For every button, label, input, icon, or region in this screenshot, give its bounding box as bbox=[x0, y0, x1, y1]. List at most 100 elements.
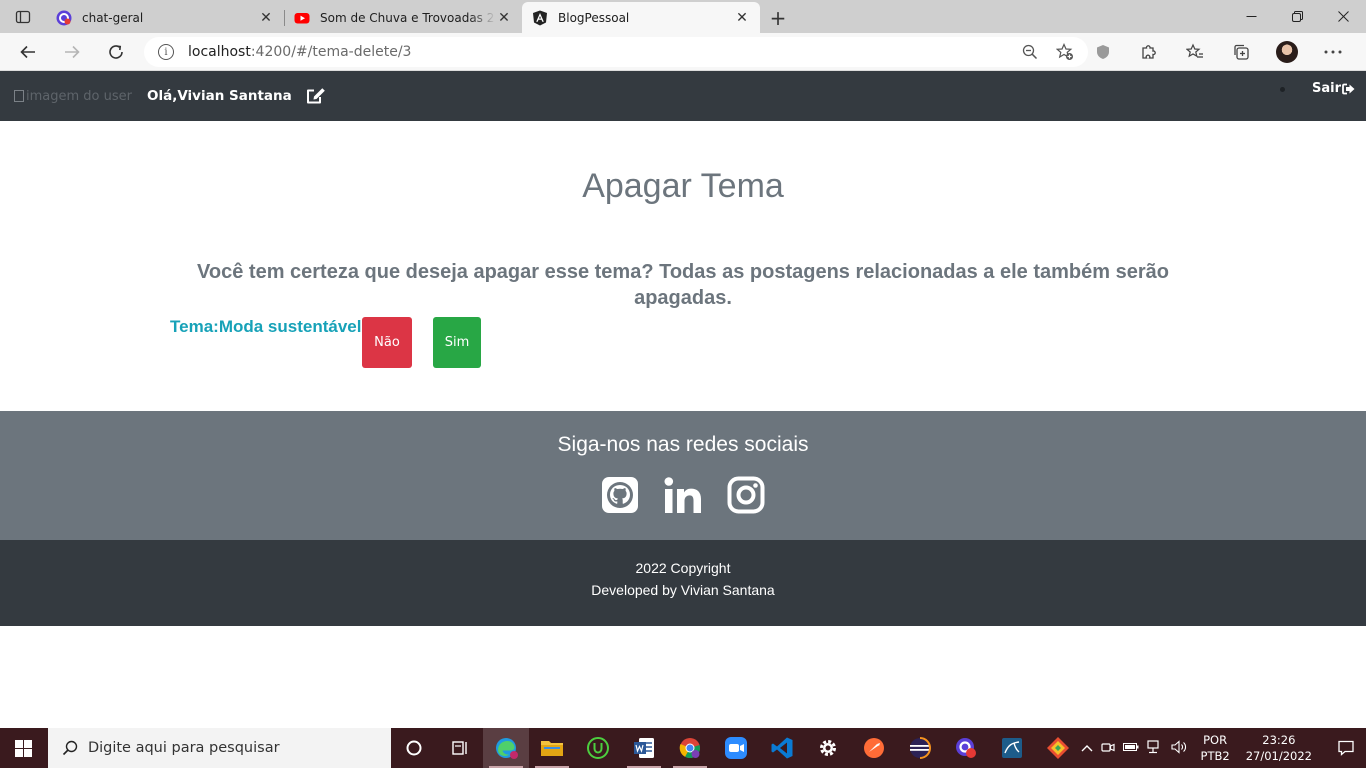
close-tab-icon[interactable]: ✕ bbox=[496, 10, 512, 26]
back-button[interactable] bbox=[6, 33, 50, 71]
confirm-delete-button[interactable]: Sim bbox=[433, 317, 481, 368]
close-window-button[interactable] bbox=[1320, 0, 1366, 33]
favorites-list-icon bbox=[1186, 43, 1203, 58]
search-icon bbox=[62, 740, 78, 756]
taskbar-zoom[interactable] bbox=[713, 728, 759, 768]
address-bar[interactable]: i localhost:4200/#/tema-delete/3 bbox=[144, 37, 1088, 67]
instagram-link[interactable] bbox=[727, 476, 765, 514]
tab-actions-button[interactable] bbox=[0, 0, 46, 33]
edge-icon bbox=[495, 738, 518, 759]
site-info-icon[interactable]: i bbox=[158, 44, 174, 60]
chrome-icon bbox=[679, 738, 700, 759]
chat-app-favicon-icon bbox=[56, 10, 72, 25]
taskbar-word[interactable] bbox=[621, 728, 667, 768]
taskbar-eclipse[interactable] bbox=[897, 728, 943, 768]
taskbar-edge[interactable] bbox=[482, 728, 529, 768]
search-placeholder: Digite aqui para pesquisar bbox=[87, 740, 280, 756]
shield-icon bbox=[1097, 45, 1109, 59]
github-link[interactable] bbox=[601, 476, 639, 514]
profile-button[interactable] bbox=[1264, 33, 1310, 71]
taskbar-settings[interactable] bbox=[805, 728, 851, 768]
add-favorite-icon[interactable] bbox=[1056, 43, 1074, 61]
new-tab-button[interactable]: + bbox=[760, 2, 796, 33]
cancel-button[interactable]: Não bbox=[362, 317, 412, 368]
minimize-button[interactable] bbox=[1228, 0, 1274, 33]
tray-icons bbox=[1081, 739, 1187, 757]
developer-credit: Developed by Vivian Santana bbox=[591, 582, 775, 598]
start-button[interactable] bbox=[0, 728, 48, 768]
tab-chat-geral[interactable]: chat-geral ✕ bbox=[46, 2, 284, 33]
close-tab-icon[interactable]: ✕ bbox=[258, 10, 274, 26]
taskbar-upwork[interactable] bbox=[575, 728, 621, 768]
nav-item-bullet bbox=[1280, 87, 1285, 92]
meet-now-icon[interactable] bbox=[1100, 740, 1115, 757]
network-icon[interactable] bbox=[1146, 739, 1163, 757]
delete-theme-section: Apagar Tema Você tem certeza que deseja … bbox=[0, 121, 1366, 411]
cortana-circle-icon bbox=[406, 740, 422, 756]
taskbar-git-client[interactable] bbox=[1035, 728, 1081, 768]
taskbar-postman[interactable] bbox=[851, 728, 897, 768]
git-icon bbox=[1046, 737, 1069, 759]
edit-profile-button[interactable] bbox=[306, 86, 326, 106]
puzzle-icon bbox=[1142, 45, 1156, 59]
follow-us-heading: Siga-nos nas redes sociais bbox=[557, 433, 809, 456]
task-view-button[interactable] bbox=[437, 728, 483, 768]
logout-link[interactable]: Sair bbox=[1312, 81, 1355, 96]
edit-icon bbox=[306, 88, 325, 104]
tab-actions-icon bbox=[15, 10, 31, 23]
arrow-left-icon bbox=[20, 45, 35, 58]
chat-app-icon bbox=[955, 738, 976, 758]
browser-toolbar-actions bbox=[1080, 33, 1356, 71]
github-icon bbox=[602, 477, 638, 513]
input-language-indicator[interactable]: POR PTB2 bbox=[1201, 732, 1230, 764]
close-icon bbox=[1337, 11, 1349, 22]
profile-avatar bbox=[1276, 41, 1298, 63]
theme-info: Tema:Moda sustentável bbox=[170, 317, 361, 337]
tab-blogpessoal[interactable]: BlogPessoal ✕ bbox=[522, 2, 760, 33]
restore-button[interactable] bbox=[1274, 0, 1320, 33]
taskbar-vscode[interactable] bbox=[759, 728, 805, 768]
reload-icon bbox=[109, 44, 123, 59]
taskbar-mysql-workbench[interactable] bbox=[989, 728, 1035, 768]
volume-icon[interactable] bbox=[1170, 739, 1187, 757]
close-tab-icon[interactable]: ✕ bbox=[734, 10, 750, 26]
url-host: localhost bbox=[188, 44, 251, 60]
user-image: imagem do user bbox=[14, 89, 138, 104]
user-image-alt-text: imagem do user bbox=[26, 88, 132, 104]
zoom-out-icon[interactable] bbox=[1022, 44, 1038, 60]
app-navbar: imagem do user Olá,Vivian Santana bbox=[0, 71, 1366, 121]
taskbar-chat-app[interactable] bbox=[943, 728, 989, 768]
collections-icon bbox=[1234, 44, 1249, 60]
taskbar-apps bbox=[391, 728, 1081, 768]
taskbar-search-box[interactable]: Digite aqui para pesquisar bbox=[47, 728, 391, 768]
tab-youtube[interactable]: Som de Chuva e Trovoadas 2 - P ✕ bbox=[284, 2, 522, 33]
chevron-up-icon[interactable] bbox=[1081, 741, 1093, 755]
forward-button[interactable] bbox=[50, 33, 94, 71]
linkedin-link[interactable] bbox=[664, 476, 702, 514]
clock[interactable]: 23:26 27/01/2022 bbox=[1246, 732, 1312, 764]
theme-prefix: Tema: bbox=[170, 317, 219, 336]
extensions-button[interactable] bbox=[1126, 33, 1172, 71]
tracking-prevention-button[interactable] bbox=[1080, 33, 1126, 71]
favorites-button[interactable] bbox=[1172, 33, 1218, 71]
task-view-icon bbox=[451, 741, 467, 755]
user-greeting: Olá,Vivian Santana bbox=[147, 88, 292, 104]
taskbar-file-explorer[interactable] bbox=[529, 728, 575, 768]
collections-button[interactable] bbox=[1218, 33, 1264, 71]
notifications-button[interactable] bbox=[1326, 728, 1366, 768]
battery-icon[interactable] bbox=[1122, 741, 1139, 755]
cortana-button[interactable] bbox=[391, 728, 437, 768]
theme-name: Moda sustentável bbox=[218, 317, 362, 336]
youtube-favicon-icon bbox=[294, 12, 310, 23]
word-icon bbox=[633, 738, 654, 758]
windows-taskbar: Digite aqui para pesquisar POR PTB2 23:2… bbox=[0, 728, 1366, 768]
copyright-block: 2022 Copyright Developed by Vivian Santa… bbox=[0, 557, 1366, 601]
settings-menu-button[interactable] bbox=[1310, 33, 1356, 71]
angular-favicon-icon bbox=[533, 10, 547, 25]
logout-label: Sair bbox=[1312, 81, 1342, 96]
reload-button[interactable] bbox=[94, 33, 138, 71]
taskbar-chrome[interactable] bbox=[667, 728, 713, 768]
eclipse-icon bbox=[909, 737, 931, 759]
instagram-icon bbox=[727, 476, 765, 514]
upwork-icon bbox=[586, 737, 609, 759]
